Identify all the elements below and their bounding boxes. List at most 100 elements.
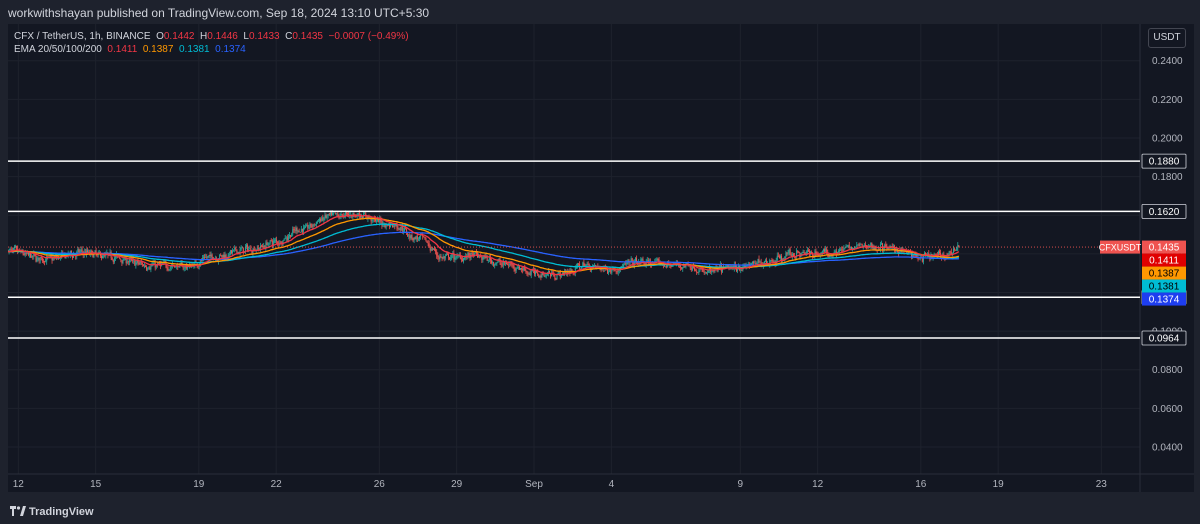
candle-body	[521, 268, 523, 270]
candle-body	[555, 279, 557, 280]
candle-body	[309, 223, 311, 228]
candle-body	[333, 212, 335, 214]
ema200-tag-label: 0.1374	[1149, 295, 1180, 306]
candle-body	[301, 228, 303, 232]
candle-body	[236, 249, 238, 253]
candle-body	[287, 236, 289, 240]
candlestick-chart[interactable]: 0.24000.22000.20000.18000.16000.14000.12…	[8, 24, 1194, 492]
candle-body	[455, 257, 457, 259]
open-value: 0.1442	[163, 31, 195, 42]
candle-body	[705, 272, 707, 273]
time-axis-tick: Sep	[525, 479, 543, 490]
candle-body	[792, 253, 794, 256]
candle-body	[148, 267, 150, 269]
candle-body	[783, 258, 785, 260]
candle-body	[511, 263, 513, 265]
candle-body	[405, 228, 407, 230]
candle-body	[495, 263, 497, 265]
candle-body	[326, 215, 328, 218]
candle-body	[846, 246, 848, 248]
change-value: −0.0007 (−0.49%)	[328, 31, 409, 42]
candle-body	[123, 258, 125, 261]
candle-body	[608, 271, 610, 274]
candle-body	[114, 256, 116, 258]
candle-body	[276, 239, 278, 242]
candle-body	[38, 257, 40, 261]
candle-body	[513, 265, 515, 269]
time-axis-tick: 26	[374, 479, 386, 490]
candle-body	[798, 251, 800, 254]
candle-body	[490, 260, 492, 263]
candle-body	[764, 260, 766, 262]
candle-body	[221, 255, 223, 258]
candle-body	[849, 247, 851, 249]
candle-body	[87, 250, 89, 253]
ema50-tag-label: 0.1387	[1149, 269, 1180, 280]
candle-body	[256, 248, 258, 250]
candle-body	[448, 254, 450, 258]
candle-body	[456, 256, 458, 258]
candle-body	[696, 270, 698, 273]
candle-body	[415, 236, 417, 240]
candle-body	[412, 238, 414, 241]
tradingview-brand[interactable]: TradingView	[10, 506, 94, 518]
candle-body	[541, 272, 543, 278]
currency-button[interactable]: USDT	[1148, 28, 1186, 48]
candle-body	[759, 261, 761, 263]
candle-body	[234, 247, 236, 250]
candle-body	[204, 257, 206, 259]
candle-body	[302, 227, 304, 232]
candle-body	[554, 276, 556, 280]
candle-body	[77, 248, 79, 252]
candle-body	[219, 254, 221, 259]
candle-body	[617, 270, 619, 273]
candle-body	[158, 263, 160, 264]
candle-body	[108, 255, 110, 256]
candle-body	[239, 249, 241, 253]
ema200-value: 0.1374	[215, 44, 246, 55]
candle-body	[838, 251, 840, 253]
candle-body	[183, 267, 185, 269]
candle-body	[295, 227, 297, 231]
symbol-label[interactable]: CFX / TetherUS, 1h, BINANCE	[14, 31, 151, 42]
candle-body	[446, 253, 448, 255]
candle-body	[538, 274, 540, 278]
candle-body	[740, 269, 742, 271]
candle-body	[244, 247, 246, 252]
candle-body	[416, 236, 418, 240]
candle-body	[711, 271, 713, 273]
candle-body	[397, 227, 399, 230]
candle-body	[310, 223, 312, 227]
candle-body	[858, 244, 860, 246]
ema100-tag-label: 0.1381	[1149, 282, 1180, 293]
candle-body	[694, 267, 696, 271]
candle-body	[885, 244, 887, 247]
candle-body	[671, 265, 673, 267]
candle-body	[197, 266, 199, 268]
candle-body	[939, 251, 941, 254]
candle-body	[533, 270, 535, 275]
time-axis-tick: 22	[271, 479, 283, 490]
candle-body	[526, 271, 528, 274]
candle-body	[288, 235, 290, 237]
candle-body	[319, 218, 321, 221]
candle-body	[112, 259, 114, 263]
candle-body	[200, 260, 202, 262]
candle-body	[921, 258, 923, 262]
candle-body	[385, 225, 387, 228]
price-axis-tick: 0.2200	[1152, 95, 1183, 106]
ema-label[interactable]: EMA 20/50/100/200	[14, 44, 102, 55]
candle-body	[360, 216, 362, 218]
candle-body	[103, 255, 105, 257]
candle-body	[315, 221, 317, 225]
candle-body	[623, 264, 625, 267]
time-axis-tick: 12	[13, 479, 25, 490]
candle-body	[141, 262, 143, 265]
ema20-value: 0.1411	[107, 44, 138, 55]
candle-body	[777, 255, 779, 257]
candle-body	[503, 262, 505, 264]
candle-body	[246, 245, 248, 248]
candle-body	[449, 257, 451, 260]
candle-body	[864, 244, 866, 246]
low-value: 0.1433	[248, 31, 280, 42]
